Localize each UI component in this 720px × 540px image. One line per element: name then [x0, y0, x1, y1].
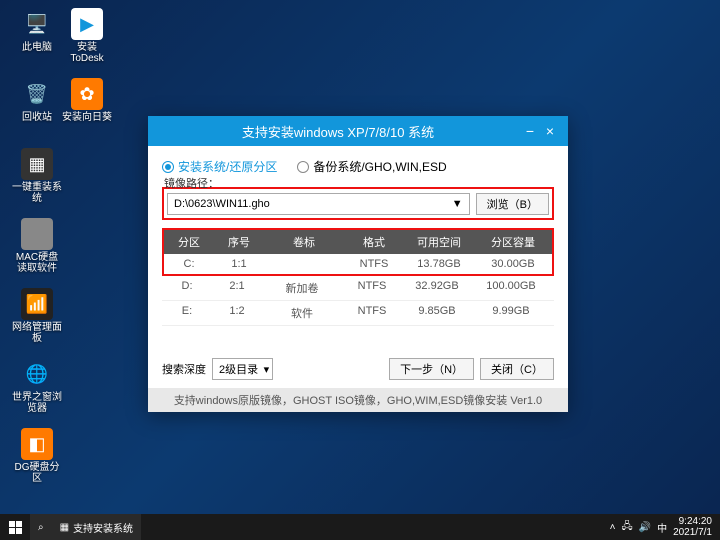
radio-icon — [297, 161, 309, 173]
title-bar[interactable]: 支持安装windows XP/7/8/10 系统 − × — [148, 116, 568, 146]
desktop-icon-4[interactable]: ▦一键重装系统 — [12, 148, 62, 204]
search-depth-label: 搜索深度 — [162, 361, 206, 377]
col-header: 分区 — [164, 234, 214, 250]
desktop-icon-7[interactable]: 🌐世界之窗浏览器 — [12, 358, 62, 414]
start-button[interactable] — [0, 514, 30, 540]
table-row[interactable]: C:1:1NTFS13.78GB30.00GB — [162, 254, 554, 276]
desktop-icon-5[interactable]: MAC硬盘读取软件 — [12, 218, 62, 274]
table-row[interactable]: D:2:1新加卷NTFS32.92GB100.00GB — [162, 276, 554, 301]
status-bar: 支持windows原版镜像，GHOST ISO镜像，GHO,WIM,ESD镜像安… — [148, 388, 568, 412]
radio-install-restore[interactable]: 安装系统/还原分区 — [162, 158, 277, 175]
col-header: 卷标 — [264, 234, 344, 250]
taskbar: ⌕ ▦ 支持安装系统 ˄ 🖧 🔊 中 9:24:20 2021/7/1 — [0, 514, 720, 540]
minimize-button[interactable]: − — [520, 123, 540, 139]
desktop-icon-1[interactable]: ▶安装ToDesk — [62, 8, 112, 64]
desktop-icon-8[interactable]: ◧DG硬盘分区 — [12, 428, 62, 484]
tray-ime-icon[interactable]: 中 — [657, 520, 667, 535]
chevron-down-icon: ▼ — [452, 198, 463, 210]
radio-backup[interactable]: 备份系统/GHO,WIN,ESD — [297, 158, 446, 175]
close-dialog-button[interactable]: 关闭（C） — [480, 358, 554, 380]
col-header: 格式 — [344, 234, 404, 250]
taskbar-search[interactable]: ⌕ — [30, 514, 52, 540]
desktop-icon-6[interactable]: 📶网络管理面板 — [12, 288, 62, 344]
table-row[interactable]: E:1:2软件NTFS9.85GB9.99GB — [162, 301, 554, 326]
installer-dialog: 支持安装windows XP/7/8/10 系统 − × 安装系统/还原分区 备… — [148, 116, 568, 412]
browse-button[interactable]: 浏览（B） — [476, 193, 549, 215]
tray-network-icon[interactable]: 🖧 — [621, 519, 632, 536]
taskbar-clock[interactable]: 9:24:20 2021/7/1 — [673, 516, 712, 538]
col-header: 分区容量 — [474, 234, 552, 250]
path-label: 镜像路径： — [164, 175, 219, 191]
taskbar-app-installer[interactable]: ▦ 支持安装系统 — [52, 514, 141, 540]
tray-volume-icon[interactable]: 🔊 — [639, 522, 651, 533]
image-path-dropdown[interactable]: D:\0623\WIN11.gho ▼ — [167, 193, 470, 215]
image-path-row: 镜像路径： D:\0623\WIN11.gho ▼ 浏览（B） — [162, 187, 554, 220]
partition-table: 分区序号卷标格式可用空间分区容量 C:1:1NTFS13.78GB30.00GB… — [162, 228, 554, 344]
tray-up-icon[interactable]: ˄ — [610, 522, 616, 533]
app-icon: ▦ — [60, 522, 69, 533]
col-header: 可用空间 — [404, 234, 474, 250]
window-title: 支持安装windows XP/7/8/10 系统 — [156, 122, 520, 141]
close-button[interactable]: × — [540, 123, 560, 139]
desktop-icon-2[interactable]: 🗑️回收站 — [12, 78, 62, 123]
table-header: 分区序号卷标格式可用空间分区容量 — [162, 228, 554, 254]
search-depth-select[interactable]: 2级目录 — [212, 358, 273, 380]
col-header: 序号 — [214, 234, 264, 250]
desktop-icon-0[interactable]: 🖥️此电脑 — [12, 8, 62, 53]
next-button[interactable]: 下一步（N） — [389, 358, 474, 380]
radio-icon — [162, 161, 174, 173]
desktop-icon-3[interactable]: ✿安装向日葵 — [62, 78, 112, 123]
